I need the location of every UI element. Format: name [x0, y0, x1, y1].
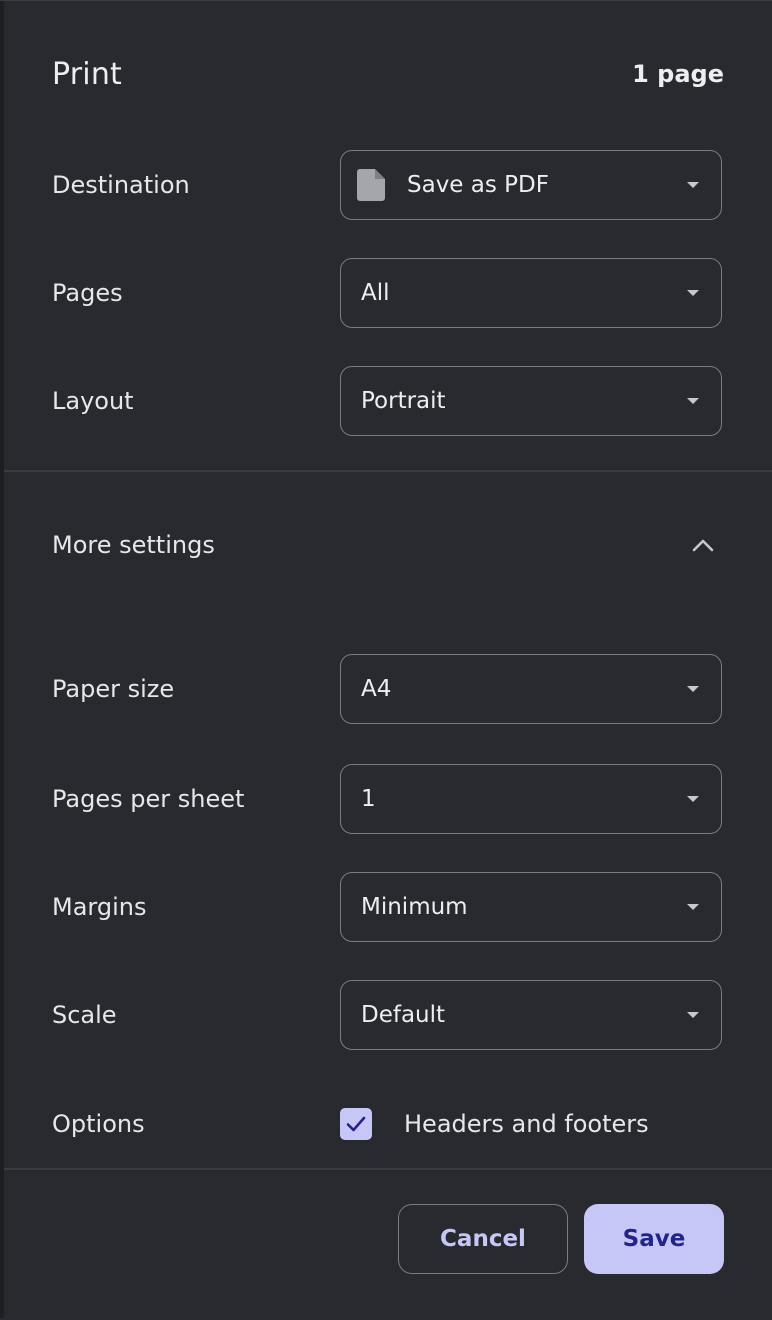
print-footer: Cancel Save [4, 1168, 772, 1320]
scale-label: Scale [52, 1001, 117, 1029]
print-header: Print 1 page [52, 52, 724, 96]
caret-down-icon [687, 904, 699, 910]
section-divider [4, 470, 772, 472]
layout-row: Layout Portrait [52, 366, 724, 436]
options-label: Options [52, 1110, 145, 1138]
pages-per-sheet-label: Pages per sheet [52, 785, 245, 813]
chevron-up-icon [692, 539, 714, 552]
paper-size-value: A4 [361, 676, 392, 702]
pages-per-sheet-value: 1 [361, 786, 376, 812]
destination-select[interactable]: Save as PDF [340, 150, 722, 220]
pages-per-sheet-row: Pages per sheet 1 [52, 764, 724, 834]
caret-down-icon [687, 686, 699, 692]
page-title: Print [52, 56, 123, 92]
margins-label: Margins [52, 893, 147, 921]
top-edge [0, 0, 772, 1]
pages-select[interactable]: All [340, 258, 722, 328]
paper-size-row: Paper size A4 [52, 654, 724, 724]
margins-select[interactable]: Minimum [340, 872, 722, 942]
destination-row: Destination Save as PDF [52, 150, 724, 220]
caret-down-icon [687, 398, 699, 404]
layout-select[interactable]: Portrait [340, 366, 722, 436]
scale-value: Default [361, 1002, 446, 1028]
scale-row: Scale Default [52, 980, 724, 1050]
layout-label: Layout [52, 387, 134, 415]
paper-size-select[interactable]: A4 [340, 654, 722, 724]
headers-footers-label[interactable]: Headers and footers [404, 1110, 649, 1138]
caret-down-icon [687, 290, 699, 296]
margins-value: Minimum [361, 894, 468, 920]
more-settings-toggle[interactable]: More settings [52, 518, 724, 572]
save-button[interactable]: Save [584, 1204, 724, 1274]
headers-footers-checkbox[interactable] [340, 1108, 372, 1140]
destination-value: Save as PDF [407, 172, 549, 198]
layout-value: Portrait [361, 388, 446, 414]
margins-row: Margins Minimum [52, 872, 724, 942]
pages-per-sheet-select[interactable]: 1 [340, 764, 722, 834]
pages-value: All [361, 280, 390, 306]
scale-select[interactable]: Default [340, 980, 722, 1050]
caret-down-icon [687, 182, 699, 188]
pages-row: Pages All [52, 258, 724, 328]
caret-down-icon [687, 1012, 699, 1018]
destination-label: Destination [52, 171, 190, 199]
options-row: Options Headers and footers [52, 1100, 724, 1148]
file-icon [357, 169, 385, 201]
more-settings-label: More settings [52, 531, 215, 559]
pages-label: Pages [52, 279, 123, 307]
cancel-button[interactable]: Cancel [398, 1204, 568, 1274]
caret-down-icon [687, 796, 699, 802]
paper-size-label: Paper size [52, 675, 175, 703]
page-count: 1 page [632, 60, 724, 88]
checkmark-icon [346, 1116, 366, 1132]
